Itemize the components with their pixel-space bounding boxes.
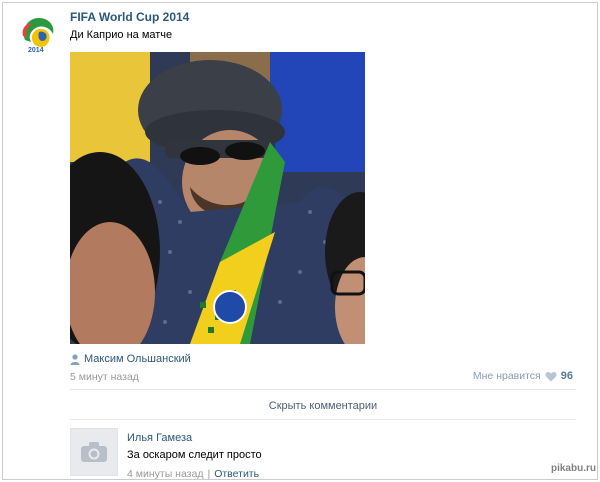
comment-text: За оскаром следит просто	[127, 449, 262, 461]
divider	[70, 389, 576, 390]
group-name-link[interactable]: FIFA World Cup 2014	[70, 10, 189, 24]
divider	[70, 419, 576, 420]
comment-time[interactable]: 4 минуты назад	[127, 468, 203, 480]
svg-text:2014: 2014	[28, 47, 44, 54]
reply-link[interactable]: Ответить	[214, 468, 259, 480]
watermark: pikabu.ru	[550, 463, 596, 474]
like-count: 96	[560, 370, 573, 382]
post-text: Ди Каприо на матче	[70, 29, 173, 41]
person-icon	[70, 353, 80, 365]
meta-separator: |	[207, 468, 211, 480]
post-photo[interactable]	[70, 52, 365, 344]
post-time[interactable]: 5 минут назад	[70, 371, 139, 383]
camera-icon	[81, 442, 107, 462]
heart-icon	[545, 371, 557, 382]
comment-meta: 4 минуты назад | Ответить	[127, 468, 259, 480]
fifa-world-cup-logo[interactable]: 2014	[15, 12, 59, 56]
like-label: Мне нравится	[472, 370, 541, 382]
comment-author-link[interactable]: Илья Гамеза	[127, 432, 192, 444]
post-author-name[interactable]: Максим Ольшанский	[84, 353, 191, 365]
hide-comments-link[interactable]: Скрыть комментарии	[70, 400, 576, 412]
post-author[interactable]: Максим Ольшанский	[70, 353, 191, 365]
comment-avatar[interactable]	[70, 428, 118, 476]
like-button[interactable]: Мне нравится 96	[473, 370, 573, 382]
